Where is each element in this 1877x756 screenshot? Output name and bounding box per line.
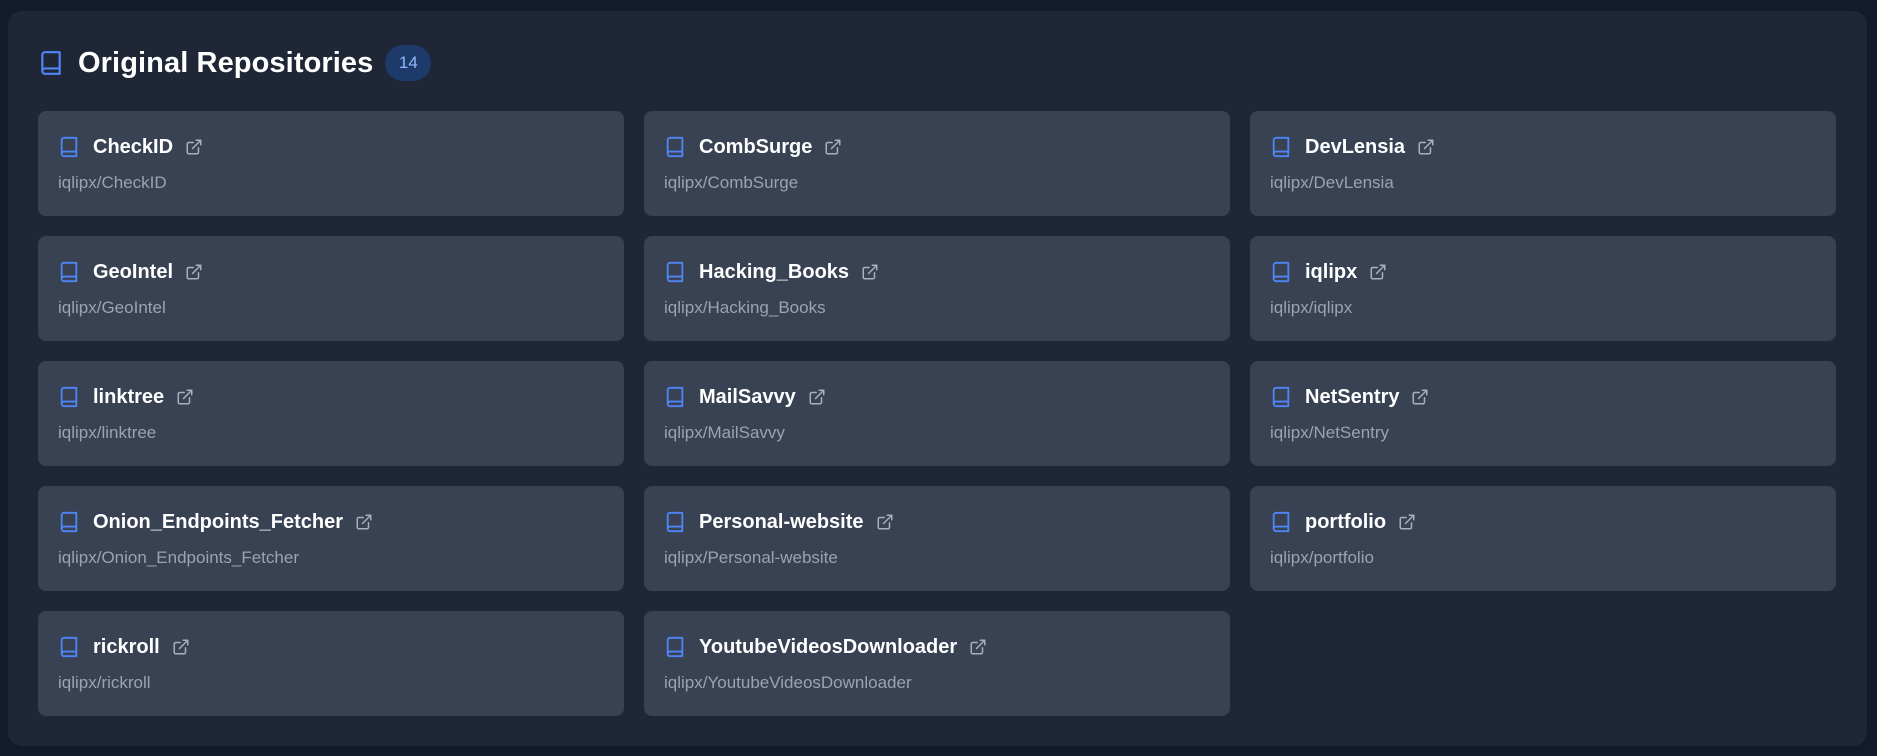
- repo-path: iqlipx/MailSavvy: [664, 423, 785, 442]
- repo-path: iqlipx/portfolio: [1270, 548, 1374, 567]
- repo-card[interactable]: rickroll iqlipx/rickroll: [38, 611, 624, 716]
- repo-card-header: iqlipx: [1270, 258, 1816, 286]
- repo-card-header: MailSavvy: [664, 383, 1210, 411]
- repo-path: iqlipx/DevLensia: [1270, 173, 1394, 192]
- external-link-icon[interactable]: [876, 512, 896, 532]
- external-link-icon[interactable]: [1417, 137, 1437, 157]
- repo-card[interactable]: iqlipx iqlipx/iqlipx: [1250, 236, 1836, 341]
- book-icon: [58, 260, 82, 284]
- repo-card[interactable]: Personal-website iqlipx/Personal-website: [644, 486, 1230, 591]
- repo-name[interactable]: NetSentry: [1305, 386, 1399, 409]
- book-icon: [664, 510, 688, 534]
- repo-card-header: YoutubeVideosDownloader: [664, 633, 1210, 661]
- external-link-icon[interactable]: [176, 387, 196, 407]
- repo-count-badge: 14: [385, 45, 432, 81]
- repo-name[interactable]: GeoIntel: [93, 261, 173, 284]
- repo-card[interactable]: MailSavvy iqlipx/MailSavvy: [644, 361, 1230, 466]
- repo-name[interactable]: Personal-website: [699, 511, 864, 534]
- repo-name[interactable]: MailSavvy: [699, 386, 796, 409]
- external-link-icon[interactable]: [185, 262, 205, 282]
- repo-card-header: DevLensia: [1270, 133, 1816, 161]
- repo-path: iqlipx/CombSurge: [664, 173, 799, 192]
- repo-name[interactable]: linktree: [93, 386, 164, 409]
- external-link-icon[interactable]: [172, 637, 192, 657]
- repo-path: iqlipx/linktree: [58, 423, 157, 442]
- book-icon: [58, 135, 82, 159]
- repo-path: iqlipx/YoutubeVideosDownloader: [664, 673, 912, 692]
- book-icon: [38, 48, 68, 78]
- book-icon: [664, 260, 688, 284]
- external-link-icon[interactable]: [355, 512, 375, 532]
- book-icon: [664, 135, 688, 159]
- repo-path: iqlipx/Personal-website: [664, 548, 838, 567]
- book-icon: [1270, 135, 1294, 159]
- repo-path: iqlipx/rickroll: [58, 673, 151, 692]
- book-icon: [58, 635, 82, 659]
- section-title: Original Repositories: [78, 46, 374, 79]
- book-icon: [1270, 260, 1294, 284]
- repo-card-header: Hacking_Books: [664, 258, 1210, 286]
- repo-card-header: CombSurge: [664, 133, 1210, 161]
- repositories-panel: Original Repositories 14 CheckID iqlipx/…: [8, 11, 1867, 746]
- repo-path: iqlipx/iqlipx: [1270, 298, 1353, 317]
- book-icon: [664, 635, 688, 659]
- repo-card[interactable]: Onion_Endpoints_Fetcher iqlipx/Onion_End…: [38, 486, 624, 591]
- repo-card-header: rickroll: [58, 633, 604, 661]
- repo-path: iqlipx/GeoIntel: [58, 298, 166, 317]
- repo-name[interactable]: Hacking_Books: [699, 261, 849, 284]
- book-icon: [1270, 510, 1294, 534]
- repo-card-header: Personal-website: [664, 508, 1210, 536]
- repo-path: iqlipx/Hacking_Books: [664, 298, 826, 317]
- external-link-icon[interactable]: [969, 637, 989, 657]
- book-icon: [664, 385, 688, 409]
- repo-card[interactable]: YoutubeVideosDownloader iqlipx/YoutubeVi…: [644, 611, 1230, 716]
- external-link-icon[interactable]: [824, 137, 844, 157]
- external-link-icon[interactable]: [1411, 387, 1431, 407]
- repo-path: iqlipx/NetSentry: [1270, 423, 1390, 442]
- book-icon: [58, 510, 82, 534]
- repo-card-header: NetSentry: [1270, 383, 1816, 411]
- repo-card[interactable]: linktree iqlipx/linktree: [38, 361, 624, 466]
- repo-name[interactable]: DevLensia: [1305, 136, 1405, 159]
- repo-card[interactable]: DevLensia iqlipx/DevLensia: [1250, 111, 1836, 216]
- section-header: Original Repositories 14: [38, 43, 432, 83]
- book-icon: [1270, 385, 1294, 409]
- repo-card[interactable]: portfolio iqlipx/portfolio: [1250, 486, 1836, 591]
- external-link-icon[interactable]: [808, 387, 828, 407]
- repo-grid: CheckID iqlipx/CheckID CombSurge iqlipx/…: [38, 111, 1838, 716]
- external-link-icon[interactable]: [185, 137, 205, 157]
- repo-card-header: CheckID: [58, 133, 604, 161]
- repo-name[interactable]: iqlipx: [1305, 261, 1357, 284]
- repo-path: iqlipx/Onion_Endpoints_Fetcher: [58, 548, 299, 567]
- repo-card-header: Onion_Endpoints_Fetcher: [58, 508, 604, 536]
- repo-path: iqlipx/CheckID: [58, 173, 167, 192]
- repo-name[interactable]: CombSurge: [699, 136, 812, 159]
- repo-card[interactable]: CombSurge iqlipx/CombSurge: [644, 111, 1230, 216]
- repo-name[interactable]: portfolio: [1305, 511, 1386, 534]
- repo-name[interactable]: Onion_Endpoints_Fetcher: [93, 511, 343, 534]
- repo-card-header: GeoIntel: [58, 258, 604, 286]
- repo-card[interactable]: CheckID iqlipx/CheckID: [38, 111, 624, 216]
- repo-card[interactable]: GeoIntel iqlipx/GeoIntel: [38, 236, 624, 341]
- repo-name[interactable]: rickroll: [93, 636, 160, 659]
- external-link-icon[interactable]: [1369, 262, 1389, 282]
- repo-card-header: portfolio: [1270, 508, 1816, 536]
- repo-card[interactable]: NetSentry iqlipx/NetSentry: [1250, 361, 1836, 466]
- external-link-icon[interactable]: [861, 262, 881, 282]
- external-link-icon[interactable]: [1398, 512, 1418, 532]
- repo-name[interactable]: CheckID: [93, 136, 173, 159]
- repo-card[interactable]: Hacking_Books iqlipx/Hacking_Books: [644, 236, 1230, 341]
- book-icon: [58, 385, 82, 409]
- repo-name[interactable]: YoutubeVideosDownloader: [699, 636, 957, 659]
- repo-card-header: linktree: [58, 383, 604, 411]
